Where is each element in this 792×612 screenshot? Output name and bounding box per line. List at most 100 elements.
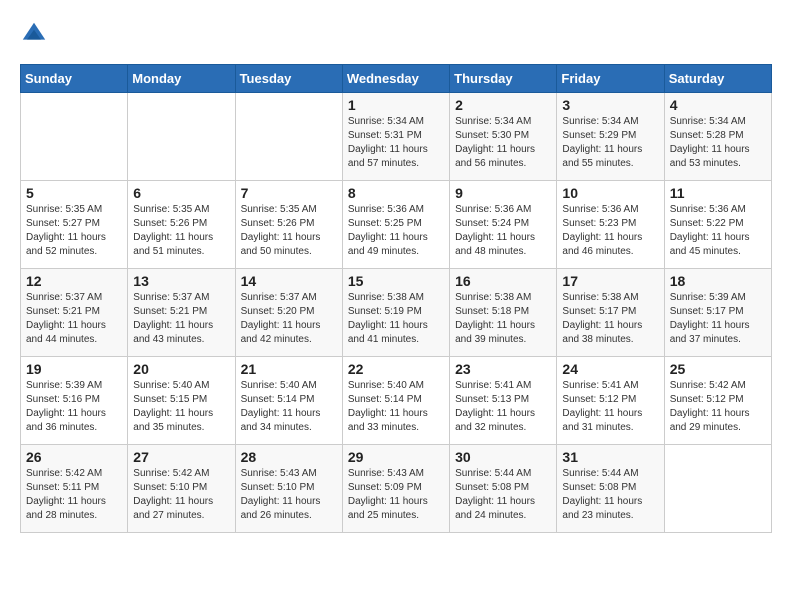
day-info: Sunrise: 5:34 AM Sunset: 5:28 PM Dayligh… [670,115,766,171]
calendar-cell: 2 Sunrise: 5:34 AM Sunset: 5:30 PM Daylig… [450,93,557,181]
calendar-cell: 29 Sunrise: 5:43 AM Sunset: 5:09 PM Dayli… [342,445,449,533]
day-header-thursday: Thursday [450,65,557,93]
day-number: 28 [241,449,337,465]
calendar-cell: 13 Sunrise: 5:37 AM Sunset: 5:21 PM Dayli… [128,269,235,357]
day-number: 3 [562,97,658,113]
day-number: 8 [348,185,444,201]
day-number: 16 [455,273,551,289]
day-info: Sunrise: 5:34 AM Sunset: 5:31 PM Dayligh… [348,115,444,171]
calendar-cell: 22 Sunrise: 5:40 AM Sunset: 5:14 PM Dayli… [342,357,449,445]
day-info: Sunrise: 5:35 AM Sunset: 5:27 PM Dayligh… [26,203,122,259]
calendar-cell [21,93,128,181]
calendar-cell: 4 Sunrise: 5:34 AM Sunset: 5:28 PM Daylig… [664,93,771,181]
calendar-week-1: 1 Sunrise: 5:34 AM Sunset: 5:31 PM Daylig… [21,93,772,181]
day-number: 21 [241,361,337,377]
day-info: Sunrise: 5:44 AM Sunset: 5:08 PM Dayligh… [455,467,551,523]
calendar-cell: 1 Sunrise: 5:34 AM Sunset: 5:31 PM Daylig… [342,93,449,181]
calendar-week-3: 12 Sunrise: 5:37 AM Sunset: 5:21 PM Dayli… [21,269,772,357]
calendar-week-5: 26 Sunrise: 5:42 AM Sunset: 5:11 PM Dayli… [21,445,772,533]
day-number: 13 [133,273,229,289]
day-number: 10 [562,185,658,201]
day-number: 20 [133,361,229,377]
day-number: 9 [455,185,551,201]
day-info: Sunrise: 5:34 AM Sunset: 5:30 PM Dayligh… [455,115,551,171]
day-number: 18 [670,273,766,289]
day-number: 2 [455,97,551,113]
day-header-monday: Monday [128,65,235,93]
day-info: Sunrise: 5:37 AM Sunset: 5:20 PM Dayligh… [241,291,337,347]
calendar-cell: 8 Sunrise: 5:36 AM Sunset: 5:25 PM Daylig… [342,181,449,269]
calendar-cell: 30 Sunrise: 5:44 AM Sunset: 5:08 PM Dayli… [450,445,557,533]
day-info: Sunrise: 5:38 AM Sunset: 5:17 PM Dayligh… [562,291,658,347]
day-header-tuesday: Tuesday [235,65,342,93]
day-number: 30 [455,449,551,465]
calendar-cell: 23 Sunrise: 5:41 AM Sunset: 5:13 PM Dayli… [450,357,557,445]
calendar-cell: 11Sunrise: 5:36 AM Sunset: 5:22 PM Dayli… [664,181,771,269]
day-info: Sunrise: 5:36 AM Sunset: 5:23 PM Dayligh… [562,203,658,259]
calendar-cell: 20Sunrise: 5:40 AM Sunset: 5:15 PM Dayli… [128,357,235,445]
day-info: Sunrise: 5:38 AM Sunset: 5:19 PM Dayligh… [348,291,444,347]
calendar-cell: 31 Sunrise: 5:44 AM Sunset: 5:08 PM Dayli… [557,445,664,533]
page-header [20,20,772,48]
calendar-cell: 26 Sunrise: 5:42 AM Sunset: 5:11 PM Dayli… [21,445,128,533]
calendar-cell: 9Sunrise: 5:36 AM Sunset: 5:24 PM Daylig… [450,181,557,269]
day-info: Sunrise: 5:37 AM Sunset: 5:21 PM Dayligh… [26,291,122,347]
day-info: Sunrise: 5:39 AM Sunset: 5:17 PM Dayligh… [670,291,766,347]
day-number: 15 [348,273,444,289]
calendar-cell: 7Sunrise: 5:35 AM Sunset: 5:26 PM Daylig… [235,181,342,269]
day-info: Sunrise: 5:42 AM Sunset: 5:12 PM Dayligh… [670,379,766,435]
day-info: Sunrise: 5:40 AM Sunset: 5:14 PM Dayligh… [241,379,337,435]
calendar-cell: 12 Sunrise: 5:37 AM Sunset: 5:21 PM Dayli… [21,269,128,357]
days-header-row: SundayMondayTuesdayWednesdayThursdayFrid… [21,65,772,93]
day-info: Sunrise: 5:43 AM Sunset: 5:09 PM Dayligh… [348,467,444,523]
day-number: 24 [562,361,658,377]
calendar-cell: 16 Sunrise: 5:38 AM Sunset: 5:18 PM Dayli… [450,269,557,357]
day-info: Sunrise: 5:35 AM Sunset: 5:26 PM Dayligh… [133,203,229,259]
day-number: 11 [670,185,766,201]
calendar-cell: 25 Sunrise: 5:42 AM Sunset: 5:12 PM Dayli… [664,357,771,445]
day-number: 1 [348,97,444,113]
calendar-cell: 17Sunrise: 5:38 AM Sunset: 5:17 PM Dayli… [557,269,664,357]
day-info: Sunrise: 5:38 AM Sunset: 5:18 PM Dayligh… [455,291,551,347]
day-info: Sunrise: 5:37 AM Sunset: 5:21 PM Dayligh… [133,291,229,347]
day-number: 31 [562,449,658,465]
day-number: 5 [26,185,122,201]
day-number: 26 [26,449,122,465]
day-number: 6 [133,185,229,201]
calendar-cell [235,93,342,181]
day-number: 4 [670,97,766,113]
day-info: Sunrise: 5:42 AM Sunset: 5:11 PM Dayligh… [26,467,122,523]
day-info: Sunrise: 5:42 AM Sunset: 5:10 PM Dayligh… [133,467,229,523]
calendar-cell: 24 Sunrise: 5:41 AM Sunset: 5:12 PM Dayli… [557,357,664,445]
day-info: Sunrise: 5:40 AM Sunset: 5:14 PM Dayligh… [348,379,444,435]
calendar-cell: 15 Sunrise: 5:38 AM Sunset: 5:19 PM Dayli… [342,269,449,357]
day-info: Sunrise: 5:43 AM Sunset: 5:10 PM Dayligh… [241,467,337,523]
day-info: Sunrise: 5:44 AM Sunset: 5:08 PM Dayligh… [562,467,658,523]
calendar-cell: 19 Sunrise: 5:39 AM Sunset: 5:16 PM Dayli… [21,357,128,445]
day-header-saturday: Saturday [664,65,771,93]
day-info: Sunrise: 5:41 AM Sunset: 5:13 PM Dayligh… [455,379,551,435]
calendar-cell: 21 Sunrise: 5:40 AM Sunset: 5:14 PM Dayli… [235,357,342,445]
day-number: 22 [348,361,444,377]
day-number: 14 [241,273,337,289]
day-info: Sunrise: 5:36 AM Sunset: 5:25 PM Dayligh… [348,203,444,259]
day-number: 25 [670,361,766,377]
day-info: Sunrise: 5:39 AM Sunset: 5:16 PM Dayligh… [26,379,122,435]
calendar-cell: 28 Sunrise: 5:43 AM Sunset: 5:10 PM Dayli… [235,445,342,533]
calendar-cell: 3 Sunrise: 5:34 AM Sunset: 5:29 PM Daylig… [557,93,664,181]
calendar-cell: 6 Sunrise: 5:35 AM Sunset: 5:26 PM Daylig… [128,181,235,269]
calendar-cell: 27Sunrise: 5:42 AM Sunset: 5:10 PM Dayli… [128,445,235,533]
calendar-cell [128,93,235,181]
day-header-sunday: Sunday [21,65,128,93]
day-header-friday: Friday [557,65,664,93]
calendar-week-4: 19 Sunrise: 5:39 AM Sunset: 5:16 PM Dayli… [21,357,772,445]
calendar-table: SundayMondayTuesdayWednesdayThursdayFrid… [20,64,772,533]
day-info: Sunrise: 5:41 AM Sunset: 5:12 PM Dayligh… [562,379,658,435]
day-info: Sunrise: 5:34 AM Sunset: 5:29 PM Dayligh… [562,115,658,171]
day-number: 29 [348,449,444,465]
day-number: 23 [455,361,551,377]
day-info: Sunrise: 5:35 AM Sunset: 5:26 PM Dayligh… [241,203,337,259]
calendar-cell: 10 Sunrise: 5:36 AM Sunset: 5:23 PM Dayli… [557,181,664,269]
day-number: 19 [26,361,122,377]
day-number: 12 [26,273,122,289]
